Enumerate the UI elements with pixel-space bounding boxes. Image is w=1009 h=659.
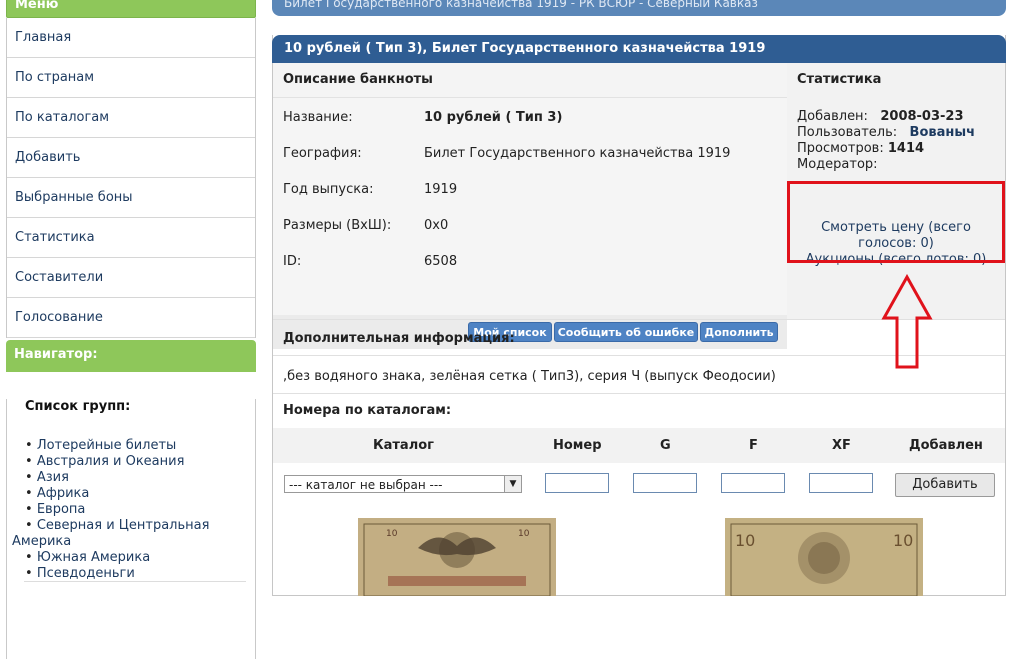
field-label: География: [283,146,362,161]
col-added: Добавлен [909,438,983,453]
field-label: Размеры (ВхШ): [283,218,392,233]
menu-item-by-country[interactable]: По странам [7,58,255,98]
group-item[interactable]: • Африка [25,486,255,502]
field-value: 1919 [424,182,458,197]
group-list-title: Список групп: [25,399,131,414]
views-value: 1414 [887,141,925,156]
group-list: • Лотерейные билеты • Австралия и Океани… [12,438,255,582]
col-g: G [660,438,671,453]
group-item[interactable]: • Лотерейные билеты [25,438,255,454]
svg-text:10: 10 [893,531,913,550]
svg-text:10: 10 [735,531,755,550]
group-item[interactable]: • Северная и Центральная [25,518,255,534]
group-item[interactable]: • Псевдоденьги [25,566,255,582]
chevron-down-icon[interactable]: ▼ [504,476,521,492]
field-label: Год выпуска: [283,182,374,197]
description-body: Название: 10 рублей ( Тип 3) География: … [273,98,787,318]
catalog-input-row: --- каталог не выбран --- ▼ Добавить [273,463,1005,505]
added-label: Добавлен: [797,109,868,124]
catalogs-title: Номера по каталогам: [283,403,452,418]
col-catalog: Каталог [373,438,434,453]
group-item[interactable]: • Европа [25,502,255,518]
banknote-front-image[interactable]: 10 10 [358,518,556,596]
added-value: 2008-03-23 [880,109,964,124]
arrow-up-icon [881,274,933,369]
statistics-body: Добавлен: 2008-03-23 Пользователь: Вован… [787,97,1005,173]
divider [273,393,1005,394]
xf-input[interactable] [809,473,873,493]
user-link[interactable]: Вованыч [910,125,976,140]
extra-info-text: ,без водяного знака, зелёная сетка ( Тип… [283,369,776,384]
navigator-divider [24,581,246,582]
col-f: F [749,438,758,453]
col-number: Номер [553,438,602,453]
menu-item-statistics[interactable]: Статистика [7,218,255,258]
sidebar: Меню Главная По странам По каталогам Доб… [6,0,256,659]
menu-list: Главная По странам По каталогам Добавить… [6,18,256,338]
catalog-select[interactable]: --- каталог не выбран --- ▼ [284,475,522,493]
add-catalog-button[interactable]: Добавить [895,473,995,497]
group-item[interactable]: • Азия [25,470,255,486]
field-value: Билет Государственного казначейства 1919 [424,146,731,161]
report-error-button[interactable]: Сообщить об ошибке [554,322,698,342]
field-label: Название: [283,110,353,125]
menu-item-authors[interactable]: Составители [7,258,255,298]
svg-text:10: 10 [386,529,398,539]
menu-item-voting[interactable]: Голосование [7,298,255,338]
highlight-box [787,181,1005,263]
extra-info-title: Дополнительная информация: [283,331,515,346]
previous-panel-title: Билет Государственного казначейства 1919… [272,0,1006,16]
group-item[interactable]: • Австралия и Океания [25,454,255,470]
group-item-continued[interactable]: Америка [12,534,255,550]
menu-item-add[interactable]: Добавить [7,138,255,178]
panel-title: 10 рублей ( Тип 3), Билет Государственно… [272,35,1006,63]
field-label: ID: [283,254,302,269]
field-value: 6508 [424,254,458,269]
field-value: 10 рублей ( Тип 3) [424,110,563,125]
group-item[interactable]: • Южная Америка [25,550,255,566]
navigator-body: Список групп: • Лотерейные билеты • Авст… [6,399,256,659]
description-section: Описание банкноты Название: 10 рублей ( … [273,63,787,355]
navigator-title: Навигатор: [6,340,256,372]
banknote-back-image[interactable]: 10 10 [725,518,923,596]
menu-item-selected[interactable]: Выбранные боны [7,178,255,218]
field-value: 0x0 [424,218,449,233]
col-xf: XF [832,438,851,453]
moderator-label: Модератор: [797,157,878,172]
menu-item-by-catalog[interactable]: По каталогам [7,98,255,138]
user-label: Пользователь: [797,125,898,140]
catalog-table-header: Каталог Номер G F XF Добавлен [273,428,1005,463]
g-input[interactable] [633,473,697,493]
menu-title: Меню [6,0,256,18]
svg-text:10: 10 [518,529,530,539]
description-title: Описание банкноты [273,63,787,98]
views-label: Просмотров: [797,141,884,156]
number-input[interactable] [545,473,609,493]
f-input[interactable] [721,473,785,493]
statistics-title: Статистика [797,72,882,87]
menu-item-home[interactable]: Главная [7,18,255,58]
add-info-button[interactable]: Дополнить [700,322,778,342]
